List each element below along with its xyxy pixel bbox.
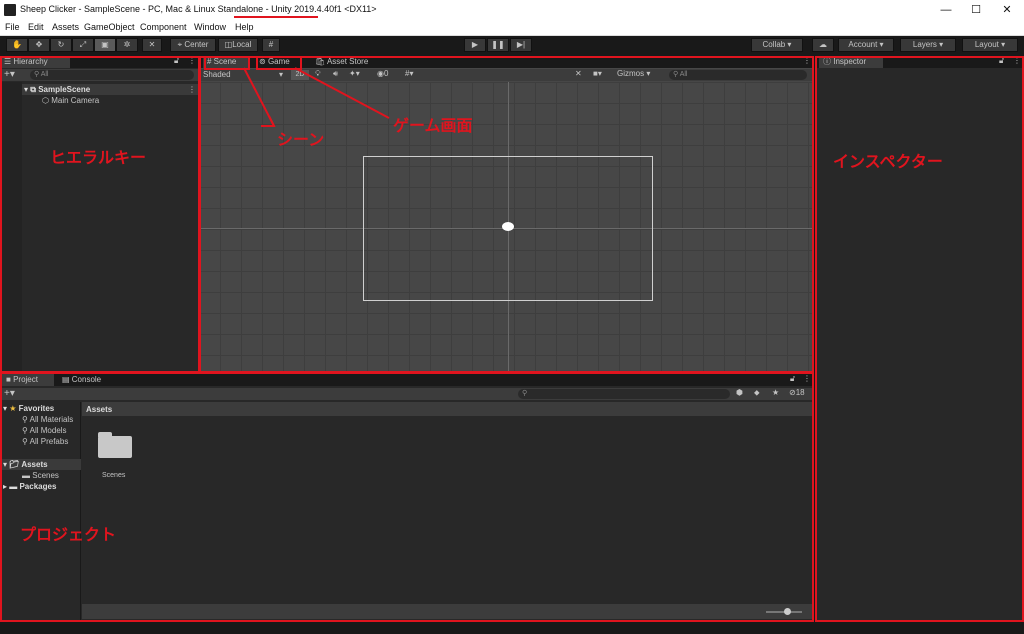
packages-folder-item[interactable]: ▸ ▬ Packages — [3, 482, 56, 491]
menu-gameobject[interactable]: GameObject — [84, 22, 135, 32]
project-annotation: プロジェクト — [20, 527, 117, 544]
menu-help[interactable]: Help — [235, 22, 254, 32]
project-toolbar: +▾ ⚲ ⬢ ⬥ ★ ⊘18 — [0, 388, 813, 400]
project-breadcrumb-bar: Assets — [82, 402, 813, 416]
title-bar: Sheep Clicker - SampleScene - PC, Mac & … — [0, 0, 1024, 20]
menu-component[interactable]: Component — [140, 22, 187, 32]
custom-tool-icon[interactable]: ✕ — [142, 38, 162, 52]
annotation-arrows — [243, 67, 390, 127]
favorites-item[interactable]: ▾ ★ Favorites — [3, 404, 54, 413]
assets-folder-item[interactable]: ▾ 📁︎ Assets — [3, 460, 48, 469]
favorite-all-prefabs[interactable]: ⚲ All Prefabs — [22, 437, 68, 446]
hierarchy-toolbar: +▾ ⚲ All — [0, 69, 199, 81]
favorite-all-models[interactable]: ⚲ All Models — [22, 426, 67, 435]
project-statusbar — [82, 604, 813, 619]
inspector-lock-icon[interactable]: 🔓︎ — [999, 56, 1004, 66]
layout-dropdown[interactable]: Layout ▾ — [962, 38, 1018, 52]
pivot-center-button[interactable]: ⌖ Center — [170, 38, 216, 52]
cloud-icon[interactable]: ☁ — [812, 38, 834, 52]
project-folder-tree: ▾ ★ Favorites ⚲ All Materials ⚲ All Mode… — [0, 402, 81, 621]
rotate-tool-icon[interactable]: ↻ — [50, 38, 72, 52]
tab-hierarchy[interactable]: ☰ Hierarchy — [0, 56, 70, 68]
project-lock-icon[interactable]: 🔓︎ — [790, 374, 795, 384]
menu-file[interactable]: File — [5, 22, 20, 32]
hidden-packages-toggle[interactable]: ⊘18 — [789, 388, 805, 397]
window-title: Sheep Clicker - SampleScene - PC, Mac & … — [20, 4, 377, 14]
inspector-menu-icon[interactable]: ⋮ — [1013, 56, 1021, 65]
unity-version: Unity 2019.4.40f1 — [271, 4, 342, 14]
tab-inspector[interactable]: ⓘ Inspector — [819, 56, 883, 68]
transform-tool-icon[interactable]: ✲ — [116, 38, 138, 52]
account-dropdown[interactable]: Account ▾ — [838, 38, 894, 52]
menu-edit[interactable]: Edit — [28, 22, 44, 32]
hierarchy-annotation: ヒエラルキー — [50, 150, 147, 167]
maximize-button[interactable]: ☐ — [966, 2, 986, 18]
project-create-button[interactable]: +▾ — [4, 388, 15, 400]
favorite-star-icon[interactable]: ★ — [772, 388, 779, 397]
search-by-type-icon[interactable]: ⬢ — [736, 388, 743, 397]
menu-bar: File Edit Assets GameObject Component Wi… — [0, 20, 1024, 36]
star-icon: ★ — [9, 404, 17, 413]
hierarchy-list — [22, 82, 199, 372]
close-button[interactable]: ✕ — [997, 2, 1017, 18]
hierarchy-search-input[interactable]: ⚲ All — [30, 70, 194, 80]
hierarchy-gutter — [0, 82, 22, 372]
scenes-folder-item[interactable]: ▬ Scenes — [22, 471, 59, 480]
create-button[interactable]: +▾ — [4, 69, 15, 81]
inspector-tabbar: ⓘ Inspector 🔓︎ ⋮ — [815, 56, 1024, 68]
rect-tool-icon[interactable]: ▣ — [94, 38, 116, 52]
collab-dropdown[interactable]: Collab ▾ — [751, 38, 803, 52]
inspector-annotation: インスペクター — [833, 154, 943, 171]
project-tabbar: ■ Project ▤ Console 🔓︎ ⋮ — [0, 374, 813, 386]
hierarchy-panel: ☰ Hierarchy 🔓︎ ⋮ +▾ ⚲ All ▾ ⧉ SampleScen… — [0, 56, 199, 372]
scene-panel: # Scene ⊚ Game 🛍︎ Asset Store ⋮ Shaded ▾ … — [199, 56, 813, 372]
tab-console[interactable]: ▤ Console — [58, 374, 110, 386]
favorite-all-materials[interactable]: ⚲ All Materials — [22, 415, 73, 424]
menu-assets[interactable]: Assets — [52, 22, 79, 32]
unity-logo-icon — [4, 4, 16, 16]
tab-project[interactable]: ■ Project — [2, 374, 54, 386]
lock-icon[interactable]: 🔓︎ — [174, 56, 179, 66]
move-tool-icon[interactable]: ✥ — [28, 38, 50, 52]
hand-tool-icon[interactable]: ✋ — [6, 38, 28, 52]
inspector-panel: ⓘ Inspector 🔓︎ ⋮ インスペクター — [815, 56, 1024, 621]
sheep-sprite[interactable] — [502, 222, 514, 231]
project-panel: ■ Project ▤ Console 🔓︎ ⋮ +▾ ⚲ ⬢ ⬥ ★ ⊘18 … — [0, 374, 813, 621]
project-search-input[interactable]: ⚲ — [518, 389, 730, 399]
play-button[interactable]: ▶ — [464, 38, 486, 52]
step-button[interactable]: ▶| — [510, 38, 532, 52]
pause-button[interactable]: ❚❚ — [487, 38, 509, 52]
menu-window[interactable]: Window — [194, 22, 226, 32]
project-menu-icon[interactable]: ⋮ — [803, 374, 811, 383]
scenes-folder-icon[interactable] — [98, 432, 132, 458]
grid-snap-icon[interactable]: # — [262, 38, 280, 52]
layers-dropdown[interactable]: Layers ▾ — [900, 38, 956, 52]
scale-tool-icon[interactable]: ⤢ — [72, 38, 94, 52]
search-by-label-icon[interactable]: ⬥ — [754, 388, 760, 398]
scene-menu-icon[interactable]: ⋮ — [188, 85, 196, 94]
kebab-menu-icon[interactable]: ⋮ — [188, 56, 196, 65]
slider-handle[interactable] — [784, 608, 791, 615]
main-toolbar: ✋ ✥ ↻ ⤢ ▣ ✲ ✕ ⌖ Center ◫Local # ▶ ❚❚ ▶| … — [0, 36, 1024, 54]
scenes-folder-label: Scenes — [102, 472, 126, 479]
minimize-button[interactable]: — — [936, 2, 956, 18]
breadcrumb-assets[interactable]: Assets — [86, 405, 112, 414]
pivot-local-button[interactable]: ◫Local — [218, 38, 258, 52]
hierarchy-item-main-camera[interactable]: ⬡ Main Camera — [42, 96, 99, 105]
scene-item[interactable]: ▾ ⧉ SampleScene — [24, 85, 90, 95]
version-underline — [234, 16, 318, 18]
hierarchy-tabbar: ☰ Hierarchy 🔓︎ ⋮ — [0, 56, 199, 68]
